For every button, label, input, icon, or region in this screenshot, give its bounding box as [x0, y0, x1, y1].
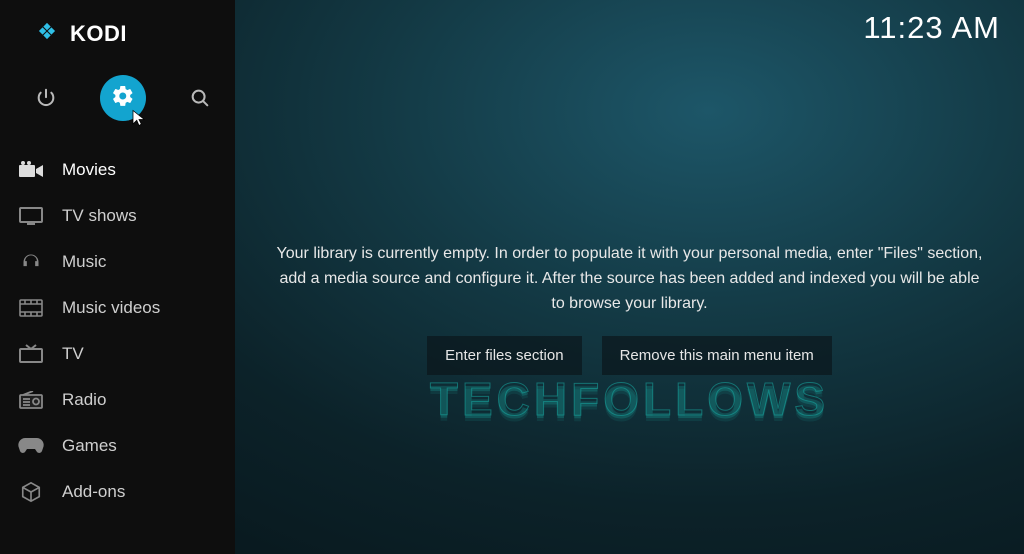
- main-panel: 11:23 AM Your library is currently empty…: [235, 0, 1024, 554]
- cursor-icon: [130, 109, 148, 127]
- clock: 11:23 AM: [863, 10, 1000, 46]
- nav-item-addons[interactable]: Add-ons: [0, 469, 235, 515]
- remove-menu-item-button[interactable]: Remove this main menu item: [602, 336, 832, 375]
- nav-item-games[interactable]: Games: [0, 423, 235, 469]
- settings-button[interactable]: [100, 75, 146, 121]
- sidebar: KODI: [0, 0, 235, 554]
- nav-label: Music: [62, 252, 106, 272]
- nav-item-tvshows[interactable]: TV shows: [0, 193, 235, 239]
- enter-files-button[interactable]: Enter files section: [427, 336, 581, 375]
- movies-icon: [18, 160, 44, 180]
- brand: KODI: [0, 0, 235, 57]
- addons-icon: [18, 482, 44, 502]
- nav-label: Movies: [62, 160, 116, 180]
- empty-library-message: Your library is currently empty. In orde…: [271, 242, 988, 316]
- empty-library-content: Your library is currently empty. In orde…: [235, 242, 1024, 375]
- games-icon: [18, 436, 44, 456]
- nav-item-radio[interactable]: Radio: [0, 377, 235, 423]
- nav-label: TV shows: [62, 206, 137, 226]
- main-nav: Movies TV shows Music Music videos TV: [0, 147, 235, 515]
- power-button[interactable]: [32, 84, 60, 112]
- nav-label: Radio: [62, 390, 106, 410]
- tvshows-icon: [18, 206, 44, 226]
- tv-icon: [18, 344, 44, 364]
- watermark-text: TECHFOLLOWS: [430, 372, 829, 426]
- radio-icon: [18, 390, 44, 410]
- top-icon-row: [0, 57, 235, 141]
- musicvideos-icon: [18, 298, 44, 318]
- kodi-logo-icon: [34, 18, 60, 49]
- search-button[interactable]: [186, 84, 214, 112]
- action-row: Enter files section Remove this main men…: [271, 336, 988, 375]
- nav-label: TV: [62, 344, 84, 364]
- nav-item-music[interactable]: Music: [0, 239, 235, 285]
- nav-item-musicvideos[interactable]: Music videos: [0, 285, 235, 331]
- nav-item-tv[interactable]: TV: [0, 331, 235, 377]
- nav-label: Music videos: [62, 298, 160, 318]
- nav-label: Add-ons: [62, 482, 125, 502]
- music-icon: [18, 252, 44, 272]
- nav-label: Games: [62, 436, 117, 456]
- brand-name: KODI: [70, 21, 127, 47]
- nav-item-movies[interactable]: Movies: [0, 147, 235, 193]
